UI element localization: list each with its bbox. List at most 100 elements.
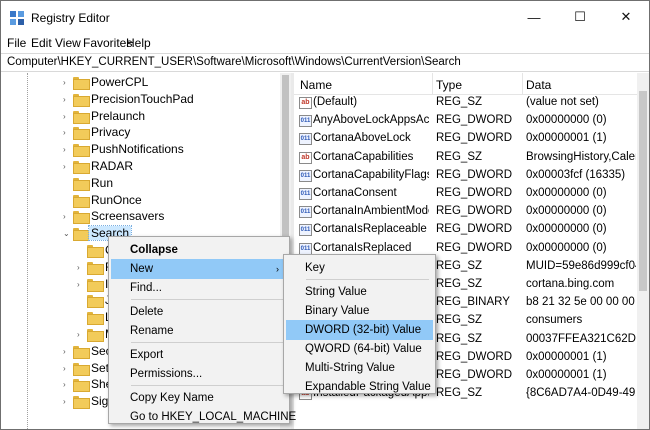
address-bar[interactable]: Computer\HKEY_CURRENT_USER\Software\Micr… (1, 53, 649, 72)
folder-icon (73, 194, 90, 208)
title-bar[interactable]: Registry Editor — ☐ ✕ (1, 1, 649, 33)
menu-item-label: New (130, 263, 154, 275)
value-type: REG_DWORD (436, 223, 513, 236)
menu-item-label: String Value (305, 286, 367, 298)
menu-item-label: DWORD (32-bit) Value (305, 324, 422, 336)
value-type: REG_DWORD (436, 187, 513, 199)
column-header-data[interactable]: Data (526, 78, 551, 92)
menu-item-label: Find... (130, 282, 162, 294)
folder-icon (73, 345, 90, 359)
value-row[interactable]: ab CortanaCapabilities REG_SZ BrowsingHisto… (294, 149, 649, 167)
expand-chevron-icon[interactable] (63, 179, 71, 188)
submenu-item-binary-value[interactable]: Binary Value (286, 301, 433, 321)
expand-chevron-icon[interactable] (77, 313, 85, 322)
menu-item-delete[interactable]: Delete (111, 302, 287, 322)
value-name: CortanaCapabilityFlags (313, 168, 429, 181)
value-row[interactable]: 011 CortanaConsent REG_DWORD 0x00000000 (0) (294, 185, 649, 203)
menu-item-find[interactable]: Find... (111, 278, 287, 298)
menu-item-permissions[interactable]: Permissions... (111, 364, 287, 384)
expand-chevron-icon[interactable]: › (63, 128, 71, 137)
value-type: REG_DWORD (436, 168, 513, 181)
collapse-chevron-icon[interactable]: ⌄ (63, 229, 71, 238)
value-row[interactable]: 011 CortanaInAmbientMode REG_DWORD 0x000000… (294, 203, 649, 221)
value-type: REG_DWORD (436, 241, 513, 254)
column-header-name[interactable]: Name (300, 78, 332, 92)
expand-chevron-icon[interactable] (77, 296, 85, 305)
values-scrollbar[interactable] (637, 73, 649, 429)
expand-chevron-icon[interactable]: › (77, 280, 85, 289)
column-divider[interactable] (522, 73, 523, 95)
tree-item-screensavers[interactable]: › Screensavers (1, 208, 281, 225)
value-row[interactable]: 011AnyAboveLockAppsActive REG_DWORD 0x0000… (294, 112, 649, 130)
close-button[interactable]: ✕ (603, 1, 649, 33)
value-data: 0x00000001 (1) (526, 132, 607, 145)
menu-item-go-to-hkey-local-machine[interactable]: Go to HKEY_LOCAL_MACHINE (111, 407, 296, 427)
value-row[interactable]: 011 CortanaIsReplaceable REG_DWORD 0x000000… (294, 221, 649, 239)
folder-icon (73, 177, 90, 191)
submenu-item-multi-string-value[interactable]: Multi-String Value (286, 358, 433, 378)
tree-item-prelaunch[interactable]: › Prelaunch (1, 108, 281, 125)
tree-item-privacy[interactable]: › Privacy (1, 124, 281, 141)
menu-item-new[interactable]: New › (111, 259, 287, 279)
value-row[interactable]: 011 CortanaAboveLock REG_DWORD 0x00000001 (… (294, 130, 649, 148)
expand-chevron-icon[interactable]: › (63, 364, 71, 373)
tree-item-runonce[interactable]: RunOnce (1, 192, 281, 209)
expand-chevron-icon[interactable]: › (77, 330, 85, 339)
expand-chevron-icon[interactable] (63, 196, 71, 205)
menu-favorites[interactable]: Favorites (83, 36, 132, 50)
minimize-icon: — (527, 9, 541, 25)
minimize-button[interactable]: — (511, 1, 557, 33)
submenu-item-dword-32-bit-value[interactable]: DWORD (32-bit) Value (286, 320, 433, 340)
submenu-item-string-value[interactable]: String Value (286, 282, 433, 302)
folder-icon (87, 261, 104, 275)
submenu-arrow-icon: › (276, 264, 279, 274)
column-divider[interactable] (432, 73, 433, 95)
column-header-type[interactable]: Type (436, 78, 462, 92)
menu-item-label: Export (130, 349, 164, 361)
submenu-item-key[interactable]: Key (286, 258, 433, 278)
menu-bar: File Edit View Favorites Help (1, 33, 649, 53)
menu-item-copy-key-name[interactable]: Copy Key Name (111, 388, 287, 408)
folder-icon (73, 379, 90, 393)
maximize-button[interactable]: ☐ (557, 1, 603, 33)
tree-item-radar[interactable]: › RADAR (1, 158, 281, 175)
value-name: CortanaInAmbientMode (313, 205, 429, 218)
tree-item-pushnotifications[interactable]: › PushNotifications (1, 141, 281, 158)
expand-chevron-icon[interactable]: › (77, 263, 85, 272)
expand-chevron-icon[interactable]: › (63, 212, 71, 221)
registry-editor-icon (10, 11, 24, 25)
string-value-icon: ab (299, 97, 312, 109)
tree-item-label: PrecisionTouchPad (91, 91, 194, 106)
submenu-item-qword-64-bit-value[interactable]: QWORD (64-bit) Value (286, 339, 433, 359)
menu-file[interactable]: File (7, 36, 26, 50)
expand-chevron-icon[interactable]: › (63, 347, 71, 356)
expand-chevron-icon[interactable]: › (63, 162, 71, 171)
menu-edit[interactable]: Edit (31, 36, 52, 50)
menu-item-collapse[interactable]: Collapse (111, 240, 287, 260)
menu-item-rename[interactable]: Rename (111, 321, 287, 341)
expand-chevron-icon[interactable]: › (63, 78, 71, 87)
binary-value-icon: 011 (299, 169, 312, 182)
values-scrollbar-thumb[interactable] (639, 91, 647, 291)
tree-item-run[interactable]: Run (1, 175, 281, 192)
expand-chevron-icon[interactable]: › (63, 380, 71, 389)
tree-item-powercpl[interactable]: › PowerCPL (1, 74, 281, 91)
menu-item-export[interactable]: Export (111, 345, 287, 365)
tree-item-precisiontouchpad[interactable]: › PrecisionTouchPad (1, 91, 281, 108)
expand-chevron-icon[interactable]: › (63, 112, 71, 121)
expand-chevron-icon[interactable]: › (63, 145, 71, 154)
value-row[interactable]: 011 CortanaCapabilityFlags REG_DWORD 0x0000… (294, 167, 649, 185)
submenu-item-expandable-string-value[interactable]: Expandable String Value (286, 377, 433, 397)
menu-view[interactable]: View (55, 36, 81, 50)
binary-value-icon: 011 (299, 115, 312, 128)
expand-chevron-icon[interactable] (77, 246, 85, 255)
expand-chevron-icon[interactable]: › (63, 397, 71, 406)
registry-editor-window: Registry Editor — ☐ ✕ File Edit View Fav… (0, 0, 650, 430)
value-data: 0x00000000 (0) (526, 205, 607, 218)
expand-chevron-icon[interactable]: › (63, 95, 71, 104)
menu-help[interactable]: Help (126, 36, 151, 50)
value-row[interactable]: ab (Default) REG_SZ (value not set) (294, 94, 649, 112)
tree-item-label: RunOnce (91, 192, 142, 207)
folder-icon (73, 228, 90, 242)
folder-icon (73, 127, 90, 141)
